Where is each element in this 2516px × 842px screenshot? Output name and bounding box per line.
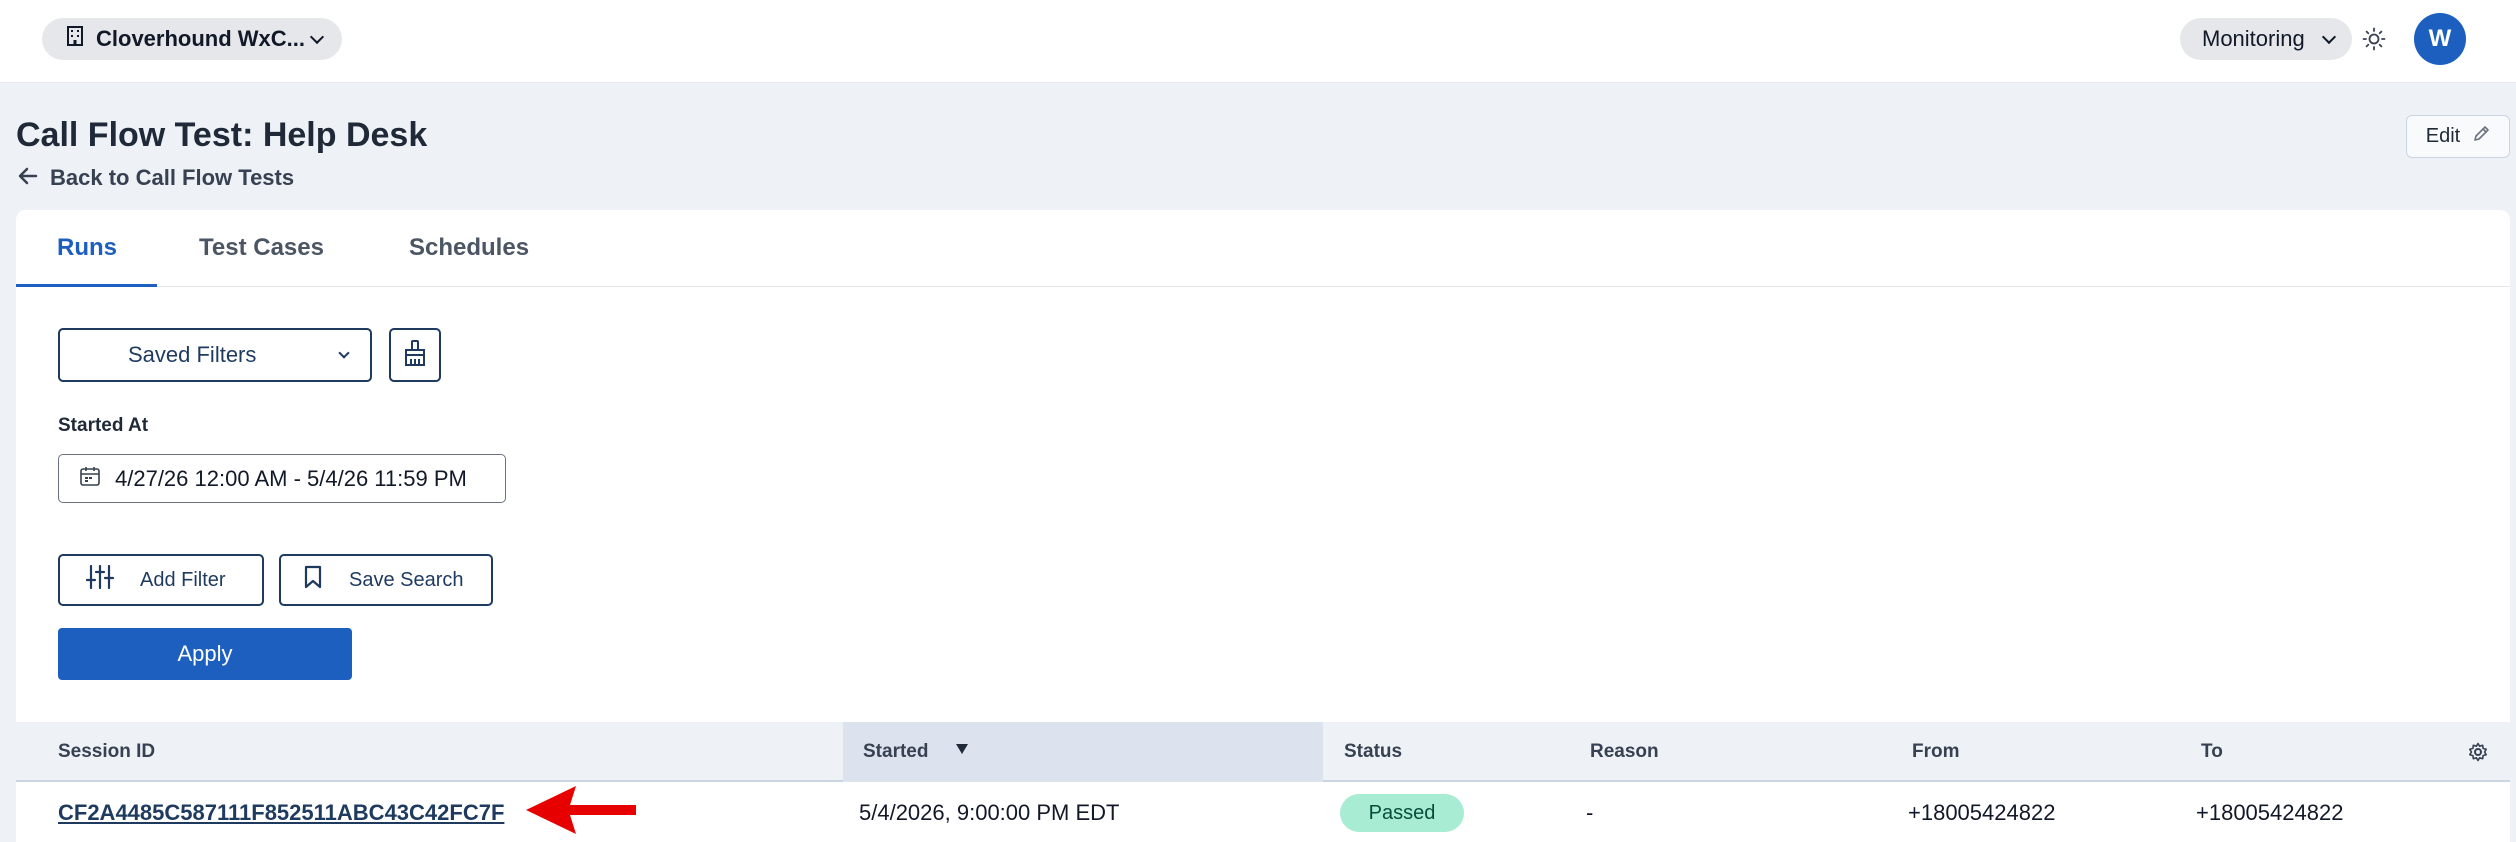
- back-link[interactable]: Back to Call Flow Tests: [18, 164, 294, 192]
- chevron-down-icon: [2321, 29, 2337, 44]
- tab-schedules[interactable]: Schedules: [409, 234, 529, 262]
- started-at-label: Started At: [58, 415, 149, 436]
- arrow-left-icon: [18, 164, 38, 192]
- gear-icon[interactable]: [2468, 742, 2488, 762]
- tab-runs[interactable]: Runs: [57, 234, 117, 262]
- from-cell: +18005424822: [1908, 800, 2056, 825]
- annotation-arrow: [526, 786, 636, 834]
- save-search-label: Save Search: [349, 568, 464, 591]
- table-row: CF2A4485C587111F852511ABC43C42FC7F 5/4/2…: [16, 784, 2510, 842]
- edit-button[interactable]: Edit: [2406, 115, 2510, 158]
- module-selector[interactable]: Monitoring: [2180, 18, 2352, 60]
- session-id-link[interactable]: CF2A4485C587111F852511ABC43C42FC7F: [58, 800, 504, 826]
- date-range-value: 4/27/26 12:00 AM - 5/4/26 11:59 PM: [115, 465, 467, 491]
- date-range-picker[interactable]: 4/27/26 12:00 AM - 5/4/26 11:59 PM: [58, 454, 506, 503]
- add-filter-button[interactable]: Add Filter: [58, 554, 264, 606]
- edit-label: Edit: [2425, 125, 2461, 147]
- reason-cell: -: [1586, 800, 1594, 825]
- col-from[interactable]: From: [1912, 741, 1960, 763]
- sort-desc-icon[interactable]: [956, 744, 968, 754]
- to-cell: +18005424822: [2196, 800, 2344, 825]
- saved-filters-dropdown[interactable]: Saved Filters: [58, 328, 372, 382]
- tab-bar: Runs Test Cases Schedules: [16, 210, 2510, 287]
- col-session-id[interactable]: Session ID: [58, 741, 155, 763]
- add-filter-label: Add Filter: [140, 568, 226, 591]
- chevron-down-icon: [309, 29, 325, 44]
- col-reason[interactable]: Reason: [1590, 741, 1659, 763]
- org-selector[interactable]: Cloverhound WxC...: [42, 18, 342, 60]
- page-title: Call Flow Test: Help Desk: [16, 116, 428, 154]
- module-name: Monitoring: [2202, 26, 2305, 51]
- brush-icon: [402, 339, 428, 372]
- apply-button[interactable]: Apply: [58, 628, 352, 680]
- started-cell: 5/4/2026, 9:00:00 PM EDT: [859, 800, 1120, 825]
- col-to[interactable]: To: [2201, 741, 2223, 763]
- avatar[interactable]: W: [2414, 13, 2466, 65]
- save-search-button[interactable]: Save Search: [279, 554, 493, 606]
- saved-filters-label: Saved Filters: [128, 342, 257, 367]
- main-card: Runs Test Cases Schedules Saved Filters …: [16, 210, 2510, 842]
- status-badge: Passed: [1340, 794, 1464, 832]
- calendar-icon: [79, 465, 101, 493]
- org-name: Cloverhound WxC...: [96, 26, 305, 51]
- table-header: Session ID Started Status Reason From To: [16, 722, 2510, 782]
- top-bar: Cloverhound WxC... Monitoring W: [0, 0, 2516, 83]
- active-tab-indicator: [16, 284, 157, 287]
- sliders-icon: [85, 564, 115, 596]
- col-status[interactable]: Status: [1344, 741, 1402, 763]
- chevron-down-icon: [338, 346, 350, 359]
- tab-test-cases[interactable]: Test Cases: [199, 234, 324, 262]
- sun-icon[interactable]: [2362, 27, 2386, 51]
- clear-filters-button[interactable]: [389, 328, 441, 382]
- back-link-label: Back to Call Flow Tests: [50, 165, 295, 190]
- pencil-icon: [2472, 125, 2490, 149]
- col-started[interactable]: Started: [863, 741, 928, 763]
- building-icon: [66, 26, 84, 52]
- bookmark-icon: [303, 565, 323, 595]
